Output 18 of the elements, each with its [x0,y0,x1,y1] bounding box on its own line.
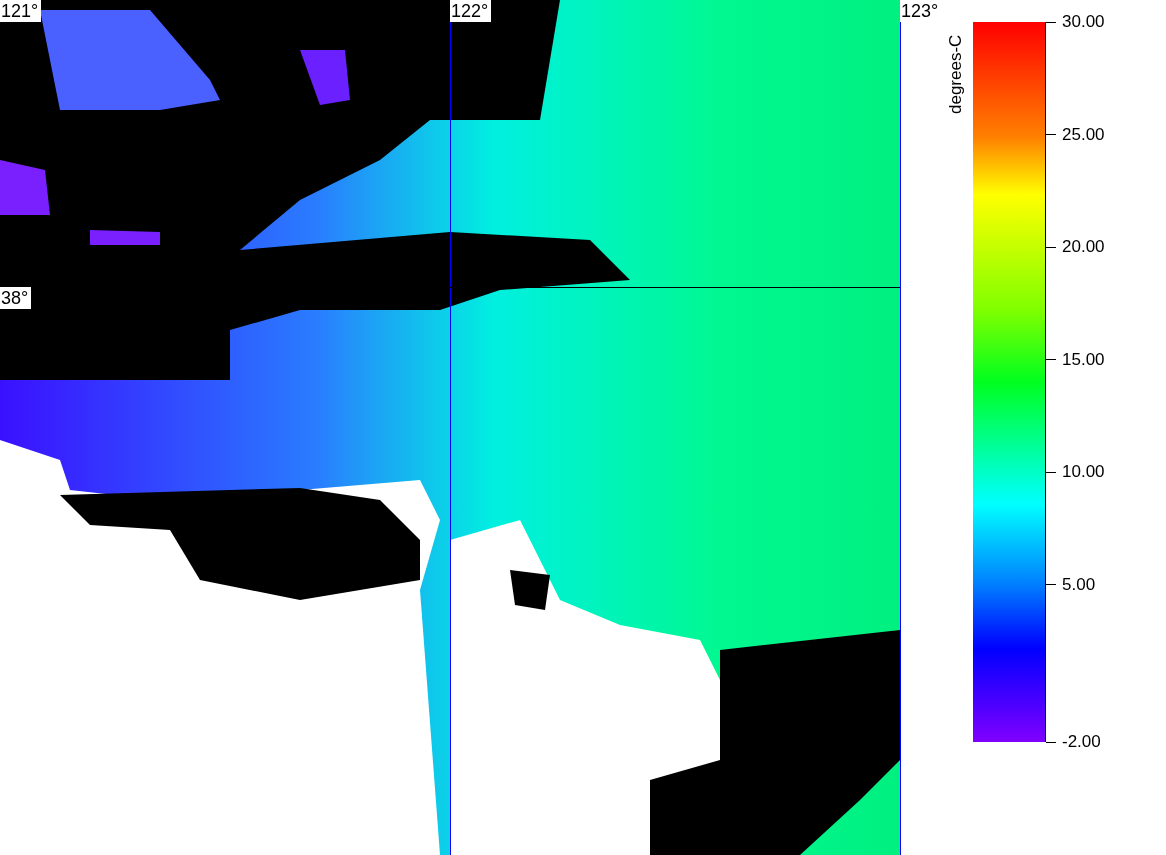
tick-mark [1046,359,1056,360]
tick-label: 15.00 [1062,349,1105,370]
tick-mark [1046,741,1056,743]
longitude-label: 122° [450,0,492,22]
tick-label: 5.00 [1062,574,1096,595]
tick-mark [1046,134,1056,135]
tick-label: 30.00 [1062,12,1105,32]
tick-mark [1046,471,1056,473]
tick-label: 25.00 [1062,124,1105,145]
longitude-label: 121° [0,0,42,22]
tick-label: -2.00 [1062,732,1101,752]
tick-mark [1046,584,1056,585]
tick-label: 10.00 [1062,462,1105,482]
latitude-label: 38° [0,286,32,309]
tick-mark [1046,246,1056,248]
unit-label: degrees-C [945,34,966,114]
tick-label: 20.00 [1062,237,1105,257]
tick-mark [1046,21,1056,23]
